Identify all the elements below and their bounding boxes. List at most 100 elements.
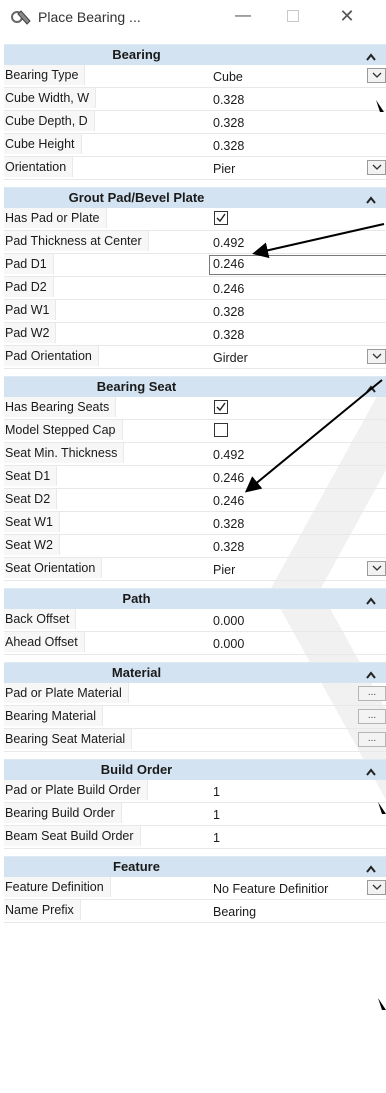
- section-title: Build Order: [100, 762, 173, 777]
- property-value[interactable]: 0.328: [213, 303, 244, 321]
- property-label: Pad or Plate Material: [4, 683, 129, 703]
- property-value[interactable]: 0.000: [213, 635, 244, 653]
- property-row: Cube Depth, D 0.328: [4, 111, 386, 134]
- section-header[interactable]: Build Order: [4, 759, 386, 780]
- maximize-icon[interactable]: [282, 6, 304, 26]
- checkbox[interactable]: [214, 211, 228, 225]
- property-value[interactable]: 0.328: [213, 326, 244, 344]
- active-edit-field[interactable]: 0.246: [209, 255, 386, 275]
- property-value[interactable]: 0.328: [213, 137, 244, 155]
- property-label: Pad W1: [4, 300, 57, 320]
- property-row: Pad or Plate Build Order 1: [4, 780, 386, 803]
- collapse-chevron-icon[interactable]: [366, 764, 376, 776]
- browse-button[interactable]: ...: [358, 686, 386, 701]
- window-title: Place Bearing ...: [38, 9, 141, 25]
- property-row: Pad or Plate Material...: [4, 683, 386, 706]
- section-header[interactable]: Material: [4, 662, 386, 683]
- collapse-chevron-icon[interactable]: [366, 49, 376, 61]
- property-label: Bearing Seat Material: [4, 729, 133, 749]
- section-header[interactable]: Path: [4, 588, 386, 609]
- dropdown-chevron-icon[interactable]: [367, 880, 386, 895]
- dropdown-value[interactable]: No Feature Definitior: [213, 880, 328, 898]
- section-title: Feature: [113, 859, 160, 874]
- browse-button[interactable]: ...: [358, 709, 386, 724]
- property-label: Bearing Material: [4, 706, 104, 726]
- bearing-tool-icon: [11, 10, 31, 25]
- checkbox[interactable]: [214, 423, 228, 437]
- property-row: Has Pad or Plate: [4, 208, 386, 231]
- dropdown-value[interactable]: Pier: [213, 160, 235, 178]
- dropdown-value[interactable]: Pier: [213, 561, 235, 579]
- property-label: Cube Height: [4, 134, 82, 154]
- property-row: Seat W2 0.328: [4, 535, 386, 558]
- property-label: Back Offset: [4, 609, 77, 629]
- property-value[interactable]: 0.492: [213, 446, 244, 464]
- property-value[interactable]: Bearing: [213, 903, 256, 921]
- section-title: Grout Pad/Bevel Plate: [68, 190, 205, 205]
- property-value[interactable]: 0.492: [213, 234, 244, 252]
- property-value[interactable]: 1: [213, 783, 220, 801]
- property-value[interactable]: 0.246: [213, 492, 244, 510]
- property-row: Pad W1 0.328: [4, 300, 386, 323]
- close-icon[interactable]: ✕: [336, 6, 358, 26]
- section-header[interactable]: Feature: [4, 856, 386, 877]
- property-value[interactable]: 0.246: [213, 280, 244, 298]
- property-label: Cube Width, W: [4, 88, 97, 108]
- dropdown-chevron-icon[interactable]: [367, 68, 386, 83]
- title-bar: Place Bearing ... — ✕: [0, 0, 386, 34]
- section-header[interactable]: Bearing: [4, 44, 386, 65]
- section-material: Material Pad or Plate Material... Bearing …: [4, 662, 386, 752]
- property-row: Bearing Seat Material...: [4, 729, 386, 752]
- dropdown-chevron-icon[interactable]: [367, 561, 386, 576]
- dropdown-value[interactable]: Girder: [213, 349, 248, 367]
- property-label: Pad D1: [4, 254, 54, 274]
- property-value[interactable]: 0.328: [213, 538, 244, 556]
- section-bearing-seat: Bearing Seat Has Bearing Seats Model Stepp…: [4, 376, 386, 581]
- dropdown-chevron-icon[interactable]: [367, 160, 386, 175]
- section-header[interactable]: Grout Pad/Bevel Plate: [4, 187, 386, 208]
- property-label: Pad D2: [4, 277, 54, 297]
- property-row: Pad Orientation Girder: [4, 346, 386, 369]
- properties-panel: Bearing Bearing Type Cube Cube Width, W 0.32…: [4, 44, 386, 930]
- minimize-icon[interactable]: —: [232, 6, 254, 26]
- property-row: Orientation Pier: [4, 157, 386, 180]
- dropdown-value[interactable]: Cube: [213, 68, 243, 86]
- property-value[interactable]: 0.328: [213, 515, 244, 533]
- checkbox[interactable]: [214, 400, 228, 414]
- property-row: Bearing Material...: [4, 706, 386, 729]
- section-path: Path Back Offset 0.000 Ahead Offset 0.000: [4, 588, 386, 655]
- property-value[interactable]: 0.246: [213, 469, 244, 487]
- property-label: Seat D2: [4, 489, 58, 509]
- property-label: Model Stepped Cap: [4, 420, 123, 440]
- property-label: Pad Thickness at Center: [4, 231, 149, 251]
- section-title: Material: [111, 665, 162, 680]
- property-row: Pad D2 0.246: [4, 277, 386, 300]
- browse-button[interactable]: ...: [358, 732, 386, 747]
- section-bearing: Bearing Bearing Type Cube Cube Width, W 0.32…: [4, 44, 386, 180]
- property-value[interactable]: 0.000: [213, 612, 244, 630]
- dropdown-chevron-icon[interactable]: [367, 349, 386, 364]
- collapse-chevron-icon[interactable]: [366, 381, 376, 393]
- property-row: Ahead Offset 0.000: [4, 632, 386, 655]
- property-row: Cube Height 0.328: [4, 134, 386, 157]
- collapse-chevron-icon[interactable]: [366, 861, 376, 873]
- property-label: Seat Min. Thickness: [4, 443, 125, 463]
- section-grout-pad-bevel-plate: Grout Pad/Bevel Plate Has Pad or Plate Pad…: [4, 187, 386, 369]
- section-header[interactable]: Bearing Seat: [4, 376, 386, 397]
- property-row: Name Prefix Bearing: [4, 900, 386, 923]
- property-label: Bearing Type: [4, 65, 86, 85]
- property-value[interactable]: 0.328: [213, 114, 244, 132]
- property-label: Seat D1: [4, 466, 58, 486]
- property-label: Seat Orientation: [4, 558, 103, 578]
- property-row: Back Offset 0.000: [4, 609, 386, 632]
- property-value[interactable]: 1: [213, 806, 220, 824]
- property-value[interactable]: 0.328: [213, 91, 244, 109]
- collapse-chevron-icon[interactable]: [366, 192, 376, 204]
- property-row: Bearing Type Cube: [4, 65, 386, 88]
- property-label: Beam Seat Build Order: [4, 826, 141, 846]
- property-value[interactable]: 1: [213, 829, 220, 847]
- property-label: Feature Definition: [4, 877, 111, 897]
- property-label: Seat W2: [4, 535, 60, 555]
- collapse-chevron-icon[interactable]: [366, 667, 376, 679]
- collapse-chevron-icon[interactable]: [366, 593, 376, 605]
